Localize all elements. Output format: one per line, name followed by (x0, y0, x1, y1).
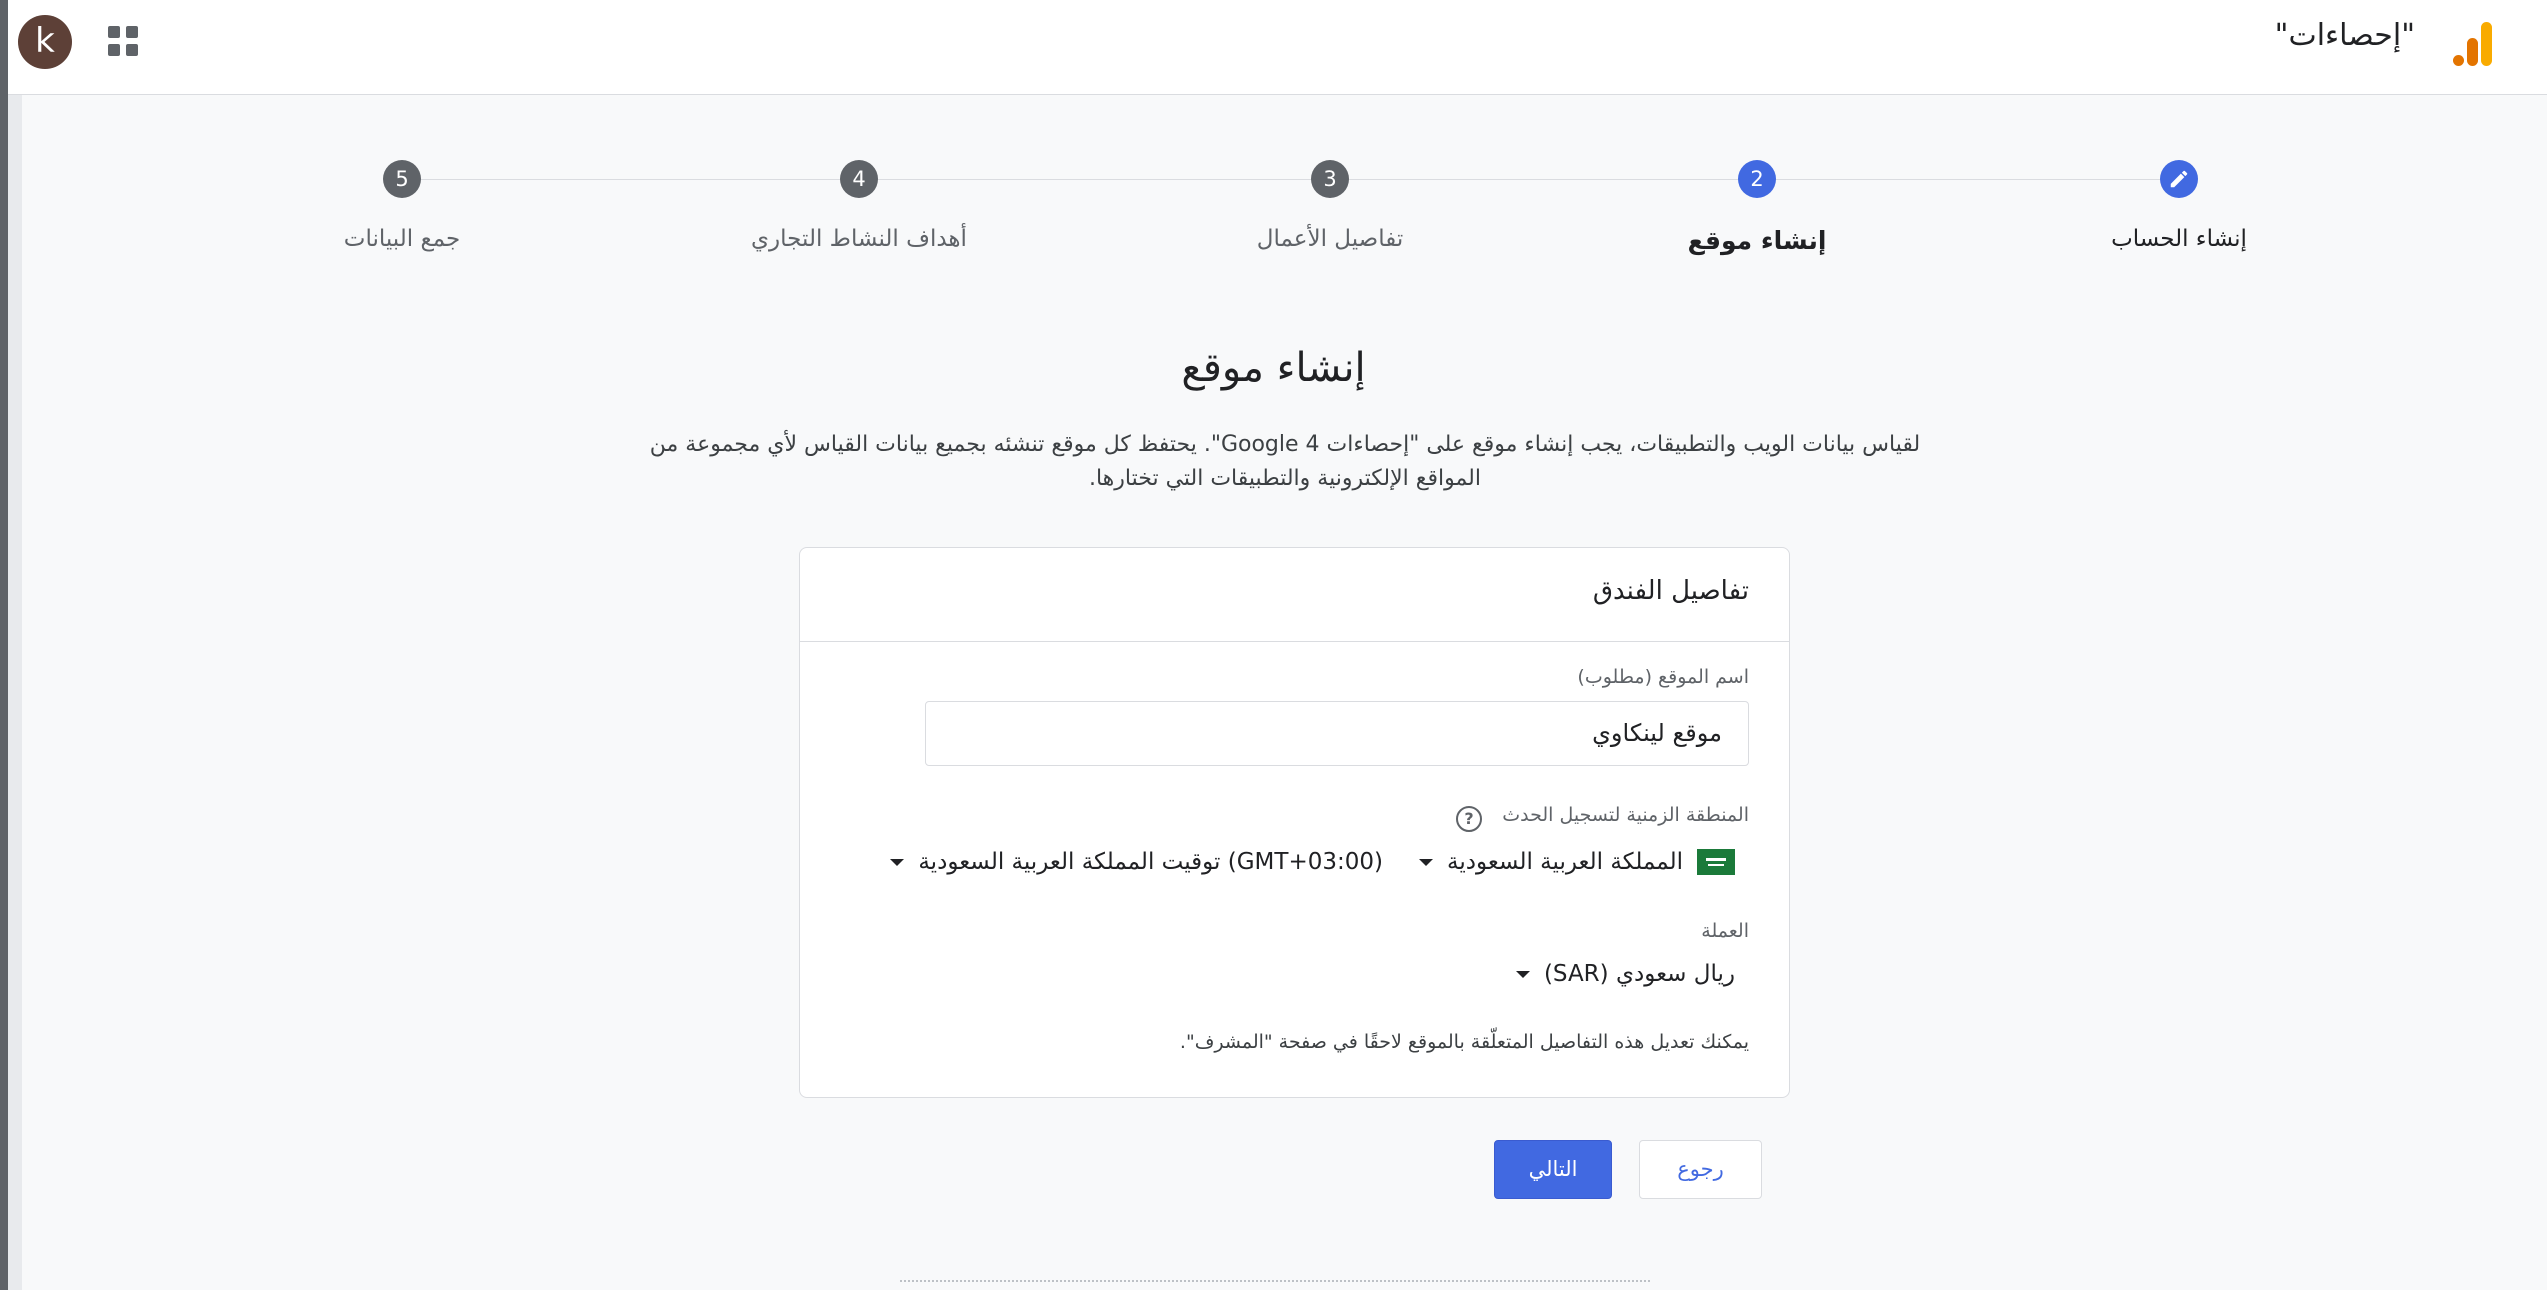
step-2-label: إنشاء موقع (1687, 226, 1827, 255)
step-1-label: إنشاء الحساب (2111, 226, 2247, 252)
chevron-down-icon (1515, 970, 1530, 978)
top-app-bar: k "إحصاءات" (0, 0, 2547, 95)
step-4-circle: 4 (840, 160, 878, 198)
country-value: المملكة العربية السعودية (1447, 849, 1683, 875)
step-1-circle (2160, 160, 2198, 198)
left-edge-strip (0, 95, 8, 1290)
edit-pencil-icon (2170, 170, 2188, 188)
property-details-card: تفاصيل الفندق اسم الموقع (مطلوب) موقع لي… (799, 547, 1790, 1098)
apps-grid-icon[interactable] (108, 26, 140, 58)
step-4-label: أهداف النشاط التجاري (751, 226, 967, 252)
analytics-logo-icon[interactable] (2451, 20, 2495, 68)
currency-value: ريال سعودي (SAR) (1543, 961, 1735, 987)
currency-label: العملة (1701, 920, 1749, 942)
timezone-value: (GMT+03:00) توقيت المملكة العربية السعود… (918, 849, 1383, 875)
page-description: لقياس بيانات الويب والتطبيقات، يجب إنشاء… (649, 432, 1921, 491)
country-select[interactable]: المملكة العربية السعودية (1419, 849, 1735, 875)
step-3-circle: 3 (1311, 160, 1349, 198)
timezone-label: المنطقة الزمنية لتسجيل الحدث (1502, 804, 1749, 826)
step-5-label: جمع البيانات (343, 226, 461, 252)
card-header: تفاصيل الفندق (800, 548, 1789, 642)
stepper-track (400, 179, 2180, 180)
footer-edge (900, 1280, 1650, 1290)
account-avatar[interactable]: k (18, 15, 72, 69)
next-button[interactable]: التالي (1494, 1140, 1612, 1199)
step-5-circle: 5 (383, 160, 421, 198)
back-button[interactable]: رجوع (1639, 1140, 1762, 1199)
avatar-letter: k (35, 21, 55, 61)
product-title: "إحصاءات" (2274, 18, 2415, 53)
left-edge-shade (8, 95, 22, 1290)
property-name-input[interactable]: موقع لينكاوي (925, 701, 1749, 766)
step-3-label: تفاصيل الأعمال (1256, 226, 1404, 252)
chevron-down-icon (890, 858, 905, 866)
page-title: إنشاء موقع (1181, 345, 1366, 391)
property-name-label: اسم الموقع (مطلوب) (1577, 666, 1749, 688)
timezone-select[interactable]: (GMT+03:00) توقيت المملكة العربية السعود… (890, 849, 1383, 875)
edit-later-note: يمكنك تعديل هذه التفاصيل المتعلّقة بالمو… (1179, 1031, 1749, 1053)
chevron-down-icon (1419, 858, 1433, 866)
left-edge-bar (0, 0, 8, 95)
help-icon[interactable]: ? (1456, 806, 1482, 832)
currency-select[interactable]: ريال سعودي (SAR) (1515, 961, 1735, 987)
step-2-circle: 2 (1738, 160, 1776, 198)
saudi-flag-icon (1697, 849, 1735, 875)
